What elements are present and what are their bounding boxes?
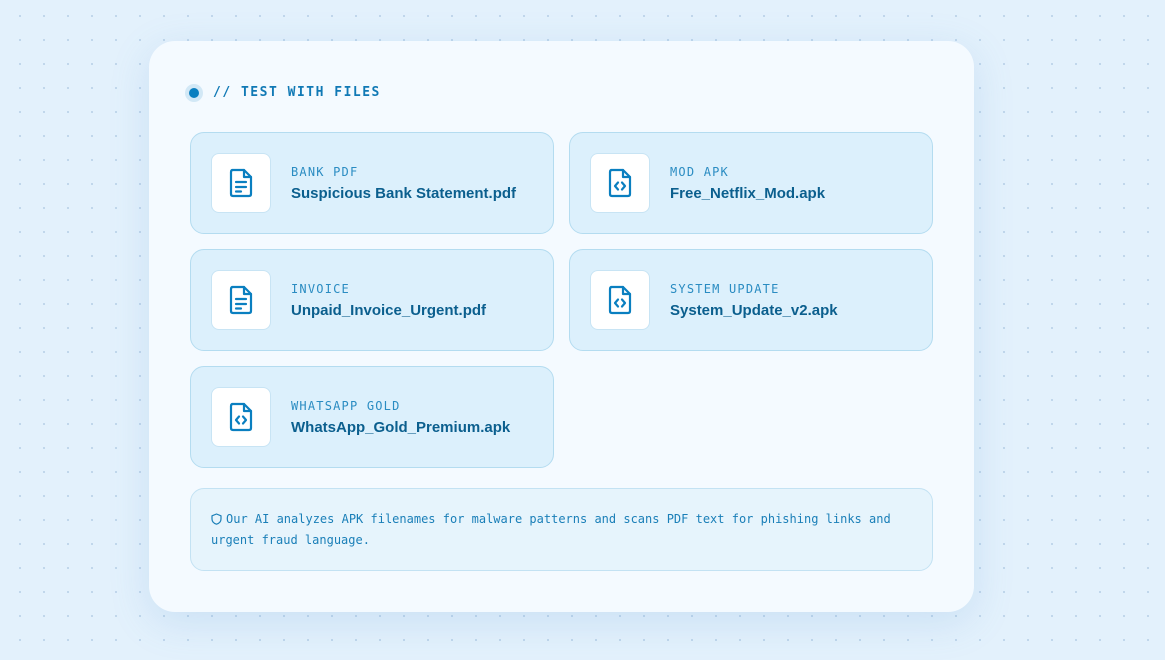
- section-title: // TEST WITH FILES: [213, 85, 381, 100]
- test-files-panel: // TEST WITH FILES BANK PDF Suspicious B…: [149, 41, 974, 612]
- file-name: Free_Netflix_Mod.apk: [670, 184, 826, 202]
- file-text-icon: [229, 168, 253, 198]
- file-icon-box: [211, 270, 271, 330]
- file-tag: INVOICE: [291, 281, 350, 296]
- file-icon-box: [590, 153, 650, 213]
- file-grid: BANK PDF Suspicious Bank Statement.pdf M…: [190, 132, 933, 468]
- file-text-icon: [229, 285, 253, 315]
- file-card-bank-pdf[interactable]: BANK PDF Suspicious Bank Statement.pdf: [190, 132, 554, 234]
- file-code-icon: [608, 285, 632, 315]
- file-name: WhatsApp_Gold_Premium.apk: [291, 418, 511, 436]
- file-name: Unpaid_Invoice_Urgent.pdf: [291, 301, 487, 319]
- status-dot: [189, 87, 199, 98]
- file-tag: MOD APK: [670, 164, 729, 179]
- file-tag: BANK PDF: [291, 164, 359, 179]
- file-card-whatsapp-gold[interactable]: WHATSAPP GOLD WhatsApp_Gold_Premium.apk: [190, 366, 554, 468]
- shield-icon: [211, 513, 222, 525]
- file-code-icon: [229, 402, 253, 432]
- file-tag: WHATSAPP GOLD: [291, 398, 401, 413]
- file-name: Suspicious Bank Statement.pdf: [291, 184, 517, 202]
- file-card-mod-apk[interactable]: MOD APK Free_Netflix_Mod.apk: [569, 132, 933, 234]
- file-icon-box: [590, 270, 650, 330]
- info-note-text: Our AI analyzes APK filenames for malwar…: [211, 512, 891, 547]
- file-name: System_Update_v2.apk: [670, 301, 838, 319]
- file-code-icon: [608, 168, 632, 198]
- file-icon-box: [211, 153, 271, 213]
- file-icon-box: [211, 387, 271, 447]
- file-card-invoice[interactable]: INVOICE Unpaid_Invoice_Urgent.pdf: [190, 249, 554, 351]
- file-tag: SYSTEM UPDATE: [670, 281, 780, 296]
- file-card-system-update[interactable]: SYSTEM UPDATE System_Update_v2.apk: [569, 249, 933, 351]
- info-note: Our AI analyzes APK filenames for malwar…: [190, 488, 933, 571]
- section-header: // TEST WITH FILES: [189, 85, 381, 100]
